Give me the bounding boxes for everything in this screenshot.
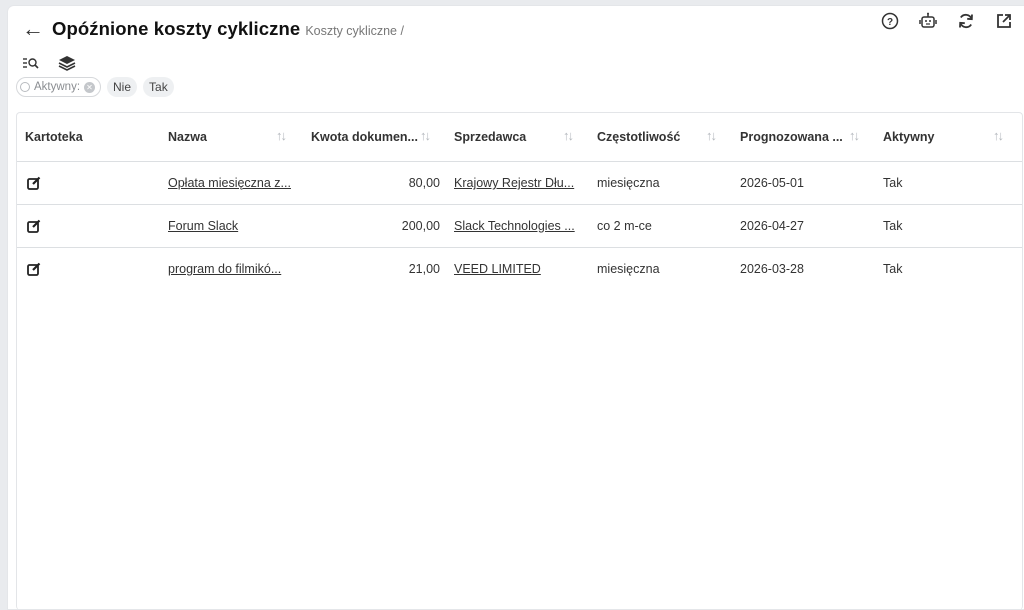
- back-arrow-icon[interactable]: ←: [22, 18, 46, 40]
- sort-icon[interactable]: ↑↓: [993, 128, 1004, 143]
- search-list-icon[interactable]: [20, 52, 42, 74]
- column-aktywny[interactable]: Aktywny: [883, 113, 934, 161]
- page-header: ← Opóźnione koszty cykliczne Koszty cykl…: [22, 16, 404, 42]
- sort-icon[interactable]: ↑↓: [706, 128, 717, 143]
- filter-option-tak[interactable]: Tak: [143, 77, 174, 97]
- clear-filter-icon[interactable]: ✕: [84, 81, 96, 93]
- row-sprzedawca[interactable]: Slack Technologies ...: [454, 205, 575, 247]
- toolbar: [20, 52, 78, 74]
- column-czestotliwosc[interactable]: Częstotliwość: [597, 113, 680, 161]
- row-sprzedawca[interactable]: VEED LIMITED: [454, 248, 541, 290]
- column-kwota[interactable]: Kwota dokumen...: [311, 113, 418, 161]
- active-filter-chip[interactable]: Aktywny: ✕: [16, 77, 102, 97]
- row-prognoza: 2026-05-01: [740, 176, 804, 190]
- table-header: Kartoteka Nazwa ↑↓ Kwota dokumen... ↑↓ S…: [17, 113, 1022, 162]
- sort-icon[interactable]: ↑↓: [849, 128, 860, 143]
- table-row: Opłata miesięczna z... 80,00 Krajowy Rej…: [17, 162, 1022, 205]
- filter-option-nie[interactable]: Nie: [107, 77, 138, 97]
- sort-icon[interactable]: ↑↓: [563, 128, 574, 143]
- row-czestotliwosc: co 2 m-ce: [597, 219, 652, 233]
- help-icon[interactable]: ?: [878, 9, 902, 33]
- table-row: program do filmikó... 21,00 VEED LIMITED…: [17, 248, 1022, 290]
- layers-icon[interactable]: [56, 52, 78, 74]
- refresh-icon[interactable]: [954, 9, 978, 33]
- row-prognoza: 2026-03-28: [740, 262, 804, 276]
- row-kwota: 21,00: [408, 262, 440, 276]
- page-title: Opóźnione koszty cykliczne: [52, 18, 301, 39]
- row-czestotliwosc: miesięczna: [597, 262, 660, 276]
- row-aktywny: Tak: [883, 176, 903, 190]
- row-prognoza: 2026-04-27: [740, 219, 804, 233]
- column-nazwa[interactable]: Nazwa: [168, 113, 207, 161]
- row-sprzedawca[interactable]: Krajowy Rejestr Dłu...: [454, 162, 574, 204]
- svg-text:?: ?: [887, 17, 893, 28]
- edit-icon[interactable]: [27, 248, 41, 290]
- row-nazwa[interactable]: Forum Slack: [168, 205, 238, 247]
- row-czestotliwosc: miesięczna: [597, 176, 660, 190]
- row-nazwa[interactable]: Opłata miesięczna z...: [168, 162, 291, 204]
- data-table: Kartoteka Nazwa ↑↓ Kwota dokumen... ↑↓ S…: [16, 112, 1023, 610]
- row-kwota: 200,00: [401, 219, 440, 233]
- table-row: Forum Slack 200,00 Slack Technologies ..…: [17, 205, 1022, 248]
- sort-icon[interactable]: ↑↓: [276, 128, 287, 143]
- external-link-icon[interactable]: [992, 9, 1016, 33]
- row-aktywny: Tak: [883, 219, 903, 233]
- sort-icon[interactable]: ↑↓: [420, 128, 431, 143]
- row-aktywny: Tak: [883, 262, 903, 276]
- header-actions: ?: [878, 9, 1016, 33]
- edit-icon[interactable]: [27, 162, 41, 204]
- column-prognozowana[interactable]: Prognozowana ...: [740, 113, 843, 161]
- column-kartoteka[interactable]: Kartoteka: [25, 113, 83, 161]
- row-nazwa[interactable]: program do filmikó...: [168, 248, 281, 290]
- edit-icon[interactable]: [27, 205, 41, 247]
- breadcrumb[interactable]: Koszty cykliczne /: [305, 24, 404, 38]
- column-sprzedawca[interactable]: Sprzedawca: [454, 113, 526, 161]
- main-panel: ← Opóźnione koszty cykliczne Koszty cykl…: [8, 6, 1024, 610]
- filter-bar: Aktywny: ✕ Nie Tak: [16, 77, 174, 97]
- active-filter-label: Aktywny:: [34, 81, 81, 93]
- radio-icon[interactable]: [20, 82, 30, 92]
- robot-icon[interactable]: [916, 9, 940, 33]
- row-kwota: 80,00: [408, 176, 440, 190]
